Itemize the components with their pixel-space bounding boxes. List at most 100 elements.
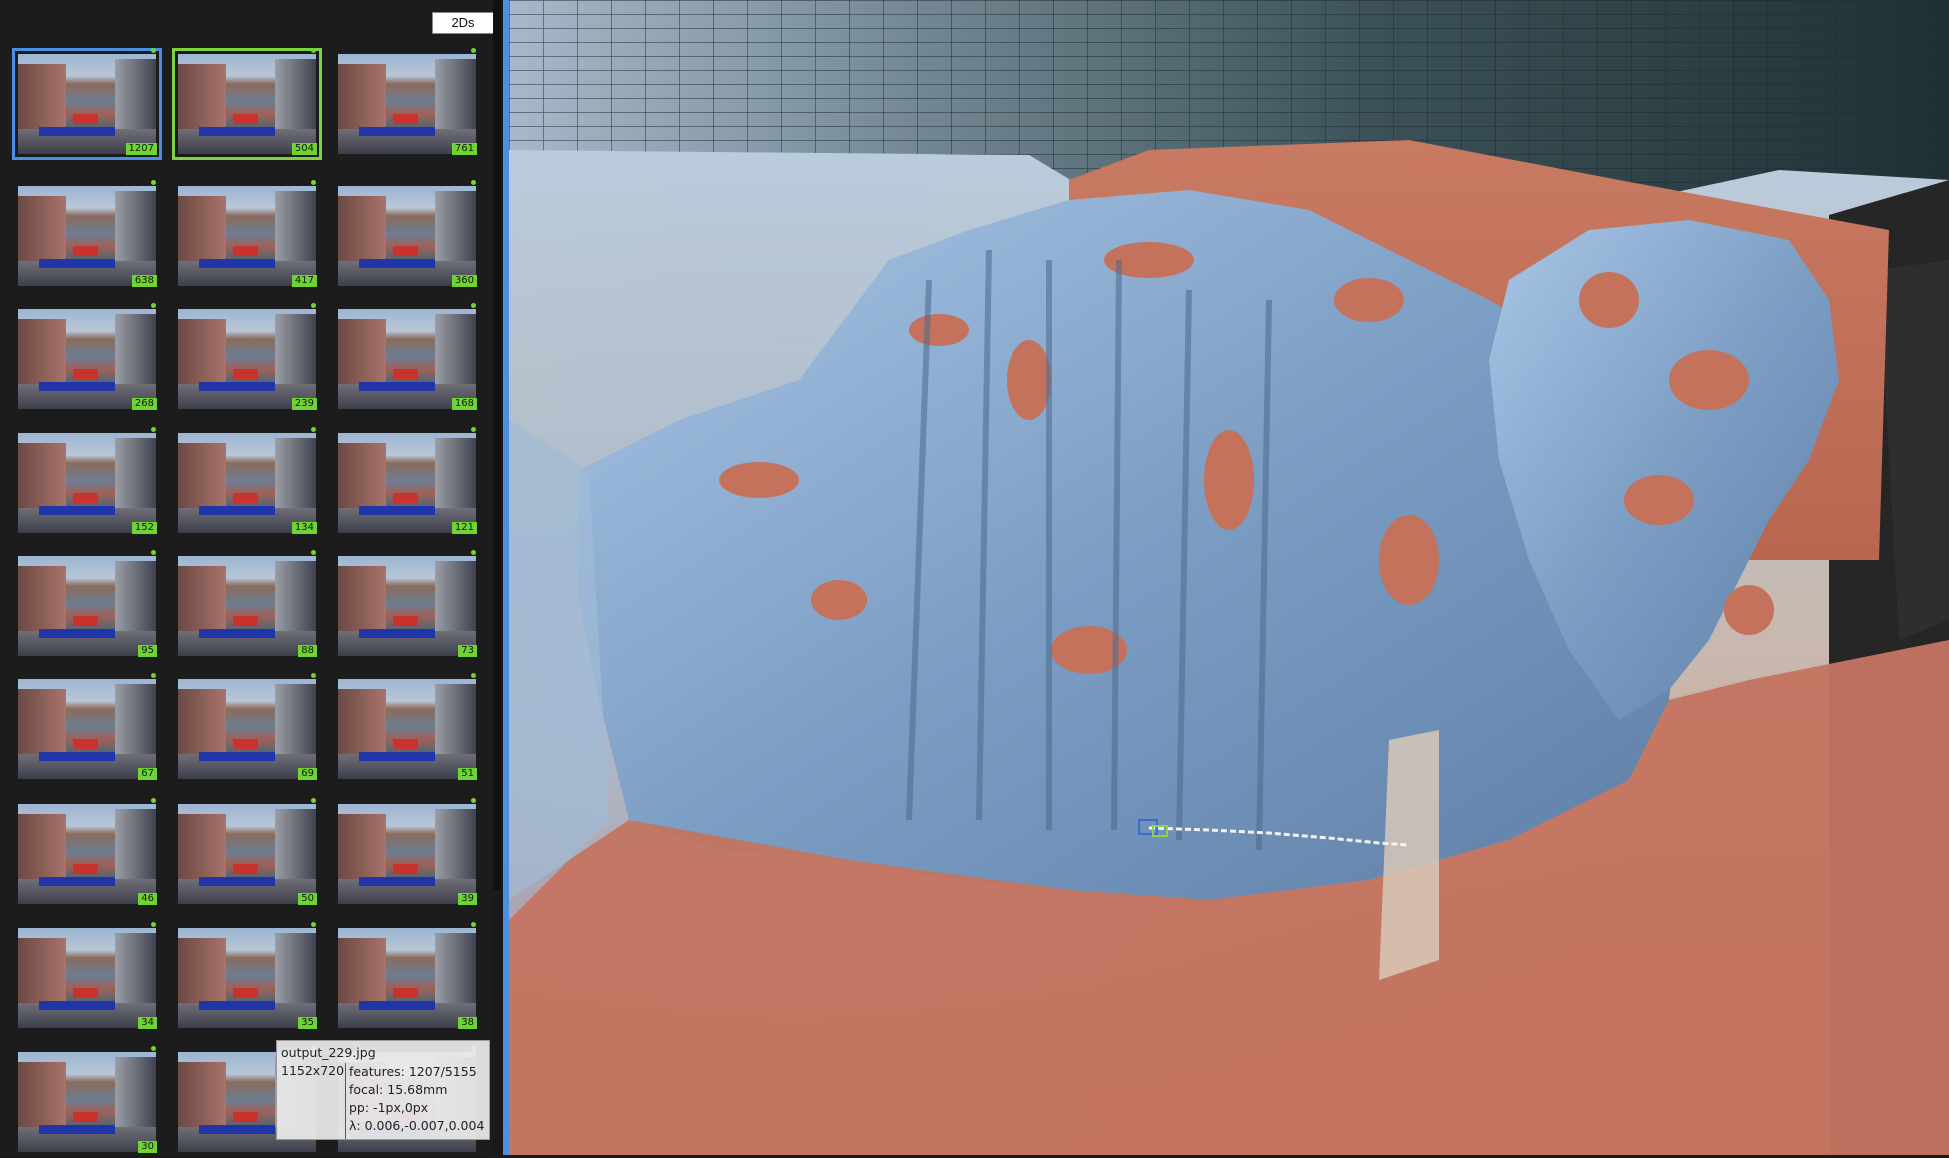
status-dot <box>311 48 316 53</box>
feature-count-badge: 360 <box>451 275 477 287</box>
thumbnail-panel: 2Ds 1207 504 761 638 417 360 268 239 168 152 134 12… <box>0 0 494 1158</box>
status-dot <box>151 673 156 678</box>
feature-count-badge: 46 <box>138 893 157 905</box>
image-thumbnail[interactable]: 69 <box>172 673 322 785</box>
feature-count-badge: 73 <box>458 645 477 657</box>
status-dot <box>311 303 316 308</box>
thumbnail-image <box>338 54 476 154</box>
status-dot <box>151 922 156 927</box>
thumbnail-image <box>18 433 156 533</box>
thumbnail-image <box>18 54 156 154</box>
feature-count-badge: 67 <box>138 768 157 780</box>
status-dot <box>311 798 316 803</box>
tooltip-features: features: 1207/5155 <box>349 1064 477 1079</box>
thumbnail-image <box>338 679 476 779</box>
thumbnail-image <box>18 928 156 1028</box>
thumbnail-image <box>18 804 156 904</box>
thumbnail-image <box>18 556 156 656</box>
feature-count-badge: 504 <box>291 143 317 155</box>
image-thumbnail[interactable]: 35 <box>172 922 322 1034</box>
image-thumbnail[interactable]: 88 <box>172 550 322 662</box>
status-dot <box>471 48 476 53</box>
image-thumbnail[interactable]: 46 <box>12 798 162 910</box>
tooltip-distortion: λ: 0.006,-0.007,0.004 <box>349 1118 485 1133</box>
feature-count-badge: 152 <box>131 522 157 534</box>
status-dot <box>151 550 156 555</box>
image-thumbnail[interactable]: 1207 <box>12 48 162 160</box>
vertical-slab <box>1379 730 1439 980</box>
status-dot <box>151 303 156 308</box>
tooltip-details: features: 1207/5155 focal: 15.68mm pp: -… <box>349 1063 484 1135</box>
thumbnail-image <box>18 186 156 286</box>
status-dot <box>471 673 476 678</box>
status-dot <box>151 180 156 185</box>
image-thumbnail[interactable]: 417 <box>172 180 322 292</box>
thumbnail-image <box>178 928 316 1028</box>
feature-count-badge: 34 <box>138 1017 157 1029</box>
feature-count-badge: 88 <box>298 645 317 657</box>
feature-count-badge: 121 <box>451 522 477 534</box>
feature-count-badge: 761 <box>451 143 477 155</box>
image-thumbnail[interactable]: 134 <box>172 427 322 539</box>
image-thumbnail[interactable]: 239 <box>172 303 322 415</box>
feature-count-badge: 417 <box>291 275 317 287</box>
panel-scrollbar-thumb[interactable] <box>493 0 501 890</box>
feature-count-badge: 134 <box>291 522 317 534</box>
feature-count-badge: 168 <box>451 398 477 410</box>
image-thumbnail[interactable]: 268 <box>12 303 162 415</box>
image-thumbnail[interactable]: 121 <box>332 427 482 539</box>
feature-count-badge: 1207 <box>125 143 157 155</box>
view-mode-button[interactable]: 2Ds <box>432 12 494 34</box>
status-dot <box>311 550 316 555</box>
feature-count-badge: 35 <box>298 1017 317 1029</box>
feature-count-badge: 39 <box>458 893 477 905</box>
thumbnail-image <box>178 186 316 286</box>
thumbnail-image <box>338 556 476 656</box>
thumbnail-image <box>178 804 316 904</box>
thumbnail-image <box>338 433 476 533</box>
image-thumbnail[interactable]: 50 <box>172 798 322 910</box>
tooltip-resolution: 1152x720 <box>281 1063 345 1078</box>
thumbnail-image <box>338 186 476 286</box>
status-dot <box>471 303 476 308</box>
status-dot <box>151 798 156 803</box>
thumbnail-image <box>18 679 156 779</box>
image-thumbnail[interactable]: 360 <box>332 180 482 292</box>
thumbnail-image <box>178 679 316 779</box>
thumbnail-image <box>178 433 316 533</box>
3d-viewport[interactable] <box>509 0 1949 1155</box>
status-dot <box>471 922 476 927</box>
thumbnail-image <box>338 309 476 409</box>
image-thumbnail[interactable]: 168 <box>332 303 482 415</box>
image-thumbnail[interactable]: 51 <box>332 673 482 785</box>
image-thumbnail[interactable]: 67 <box>12 673 162 785</box>
image-thumbnail[interactable]: 504 <box>172 48 322 160</box>
feature-count-badge: 239 <box>291 398 317 410</box>
status-dot <box>311 180 316 185</box>
feature-count-badge: 95 <box>138 645 157 657</box>
image-thumbnail[interactable]: 761 <box>332 48 482 160</box>
image-info-tooltip: output_229.jpg 1152x720 features: 1207/5… <box>276 1040 490 1140</box>
image-thumbnail[interactable]: 38 <box>332 922 482 1034</box>
tooltip-divider <box>345 1063 346 1139</box>
status-dot <box>151 427 156 432</box>
image-thumbnail[interactable]: 39 <box>332 798 482 910</box>
image-thumbnail[interactable]: 95 <box>12 550 162 662</box>
feature-count-badge: 268 <box>131 398 157 410</box>
image-thumbnail[interactable]: 30 <box>12 1046 162 1158</box>
status-dot <box>311 427 316 432</box>
feature-count-badge: 30 <box>138 1141 157 1153</box>
status-dot <box>151 48 156 53</box>
image-thumbnail[interactable]: 34 <box>12 922 162 1034</box>
thumbnail-image <box>338 928 476 1028</box>
status-dot <box>311 922 316 927</box>
image-thumbnail[interactable]: 152 <box>12 427 162 539</box>
thumbnail-image <box>338 804 476 904</box>
status-dot <box>311 673 316 678</box>
image-thumbnail[interactable]: 73 <box>332 550 482 662</box>
status-dot <box>471 180 476 185</box>
image-thumbnail[interactable]: 638 <box>12 180 162 292</box>
feature-count-badge: 638 <box>131 275 157 287</box>
tooltip-focal: focal: 15.68mm <box>349 1082 448 1097</box>
status-dot <box>471 798 476 803</box>
